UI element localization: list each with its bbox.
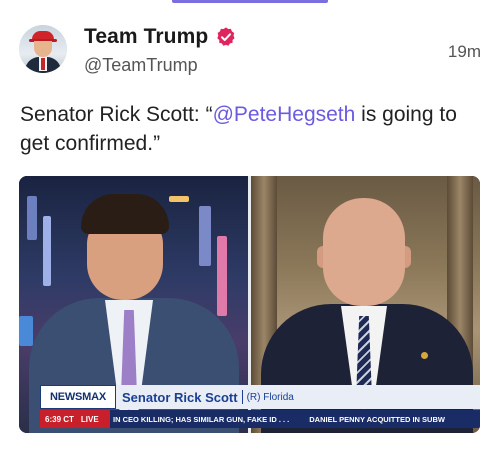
user-handle[interactable]: @TeamTrump bbox=[84, 55, 198, 76]
live-label: LIVE bbox=[80, 414, 99, 424]
post-timestamp: 19m bbox=[447, 42, 481, 61]
post-text-prefix: Senator Rick Scott: “ bbox=[20, 103, 213, 126]
senator-head bbox=[323, 198, 405, 306]
guest-name-bar: Senator Rick Scott (R) Florida bbox=[116, 385, 480, 409]
guest-name: Senator Rick Scott bbox=[122, 389, 238, 405]
name-separator bbox=[241, 390, 243, 404]
time-live-box: 6:39 CT LIVE bbox=[40, 410, 110, 428]
author-name-row: Team Trump bbox=[84, 25, 237, 49]
lapel-pin bbox=[421, 352, 428, 359]
studio-light bbox=[19, 316, 33, 346]
network-logo: NEWSMAX bbox=[40, 385, 116, 409]
display-name[interactable]: Team Trump bbox=[84, 25, 208, 49]
mention-link[interactable]: @PeteHegseth bbox=[213, 103, 356, 126]
studio-light bbox=[217, 236, 227, 316]
news-ticker: 6:39 CT LIVE IN CEO KILLING; HAS SIMILAR… bbox=[40, 410, 480, 428]
anchor-hair bbox=[81, 194, 169, 234]
broadcast-time: 6:39 CT bbox=[45, 414, 74, 424]
avatar[interactable] bbox=[19, 25, 67, 73]
studio-light bbox=[199, 206, 211, 266]
news-lower-third: NEWSMAX Senator Rick Scott (R) Florida 6… bbox=[40, 385, 480, 433]
media-video-frame[interactable]: NEWSMAX Senator Rick Scott (R) Florida 6… bbox=[19, 176, 480, 433]
verified-badge-icon bbox=[217, 27, 235, 46]
studio-light bbox=[27, 196, 37, 240]
ticker-headline: IN CEO KILLING; HAS SIMILAR GUN, FAKE ID… bbox=[113, 414, 290, 424]
guest-affiliation: (R) Florida bbox=[246, 391, 294, 403]
studio-light bbox=[43, 216, 51, 286]
ticker-headline: DANIEL PENNY ACQUITTED IN SUBW bbox=[309, 414, 445, 424]
avatar-tie bbox=[41, 58, 45, 70]
post-text: Senator Rick Scott: “@PeteHegseth is goi… bbox=[20, 100, 480, 158]
post-card[interactable]: Team Trump @TeamTrump 19m Senator Rick S… bbox=[0, 0, 500, 454]
network-name: NEWSMAX bbox=[49, 391, 107, 403]
studio-light bbox=[169, 196, 189, 202]
